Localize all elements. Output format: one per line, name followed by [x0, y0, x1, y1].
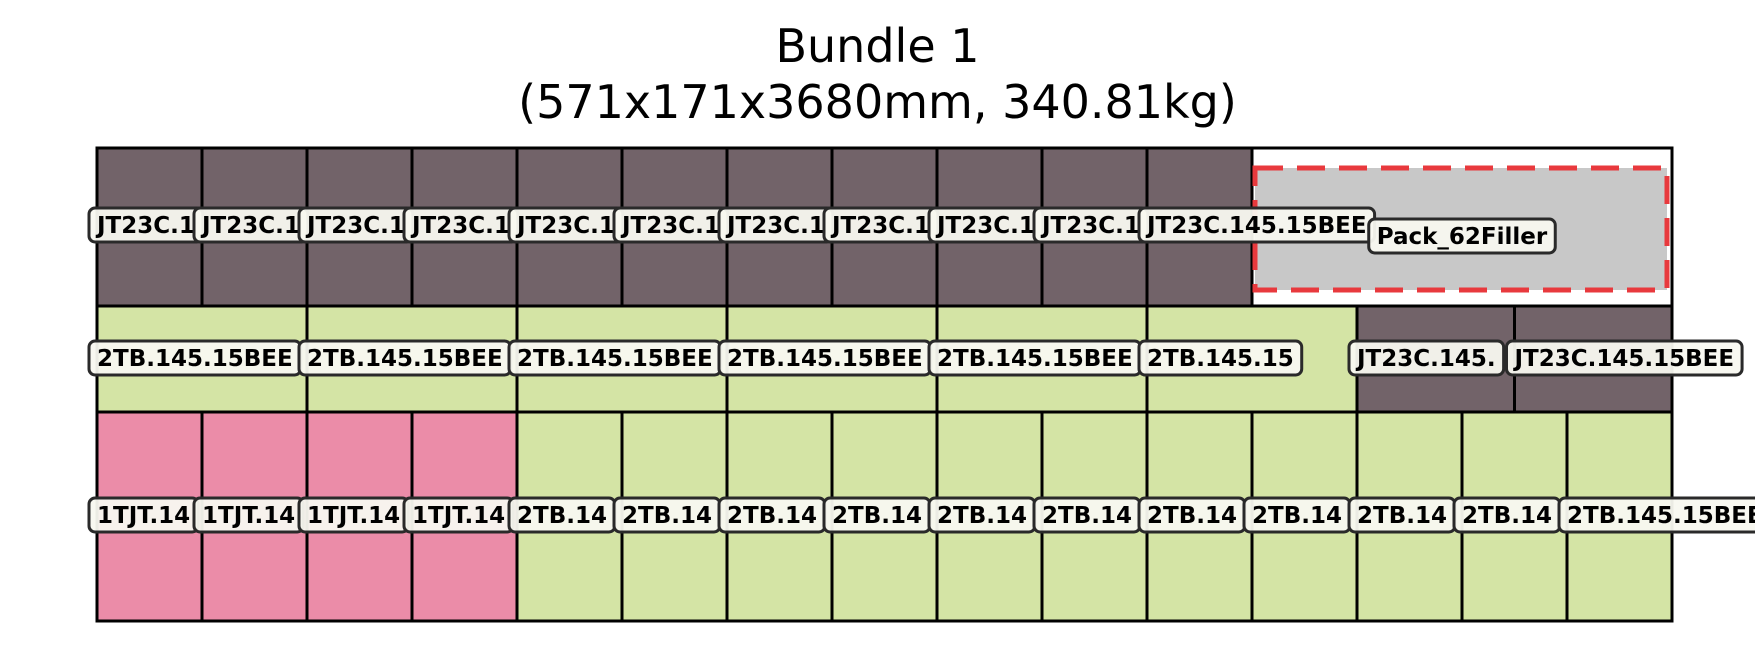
- pack-label-text: 2TB.14: [1252, 503, 1342, 529]
- pack-label-text: JT23C.1: [935, 213, 1035, 239]
- pack-label-text: JT23C.1: [200, 213, 300, 239]
- pack-label-text: 2TB.14: [622, 503, 712, 529]
- pack-label: 1TJT.14: [87, 496, 200, 534]
- pack-label: JT23C.1: [1032, 206, 1150, 244]
- pack-label: JT23C.1: [822, 206, 940, 244]
- pack-label-text: 1TJT.14: [412, 503, 505, 529]
- pack-label: 2TB.14: [927, 496, 1037, 534]
- pack-label: 2TB.145.15BEE: [297, 339, 513, 377]
- pack-label: JT23C.1: [612, 206, 730, 244]
- pack-label: 2TB.14: [1347, 496, 1457, 534]
- pack-label: JT23C.145.15BEE: [1505, 339, 1744, 377]
- pack-label-text: 1TJT.14: [97, 503, 190, 529]
- pack-label-text: JT23C.1: [830, 213, 930, 239]
- pack-label-text: 2TB.145.15: [1147, 346, 1294, 372]
- pack-label-text: 2TB.145.15BEE: [727, 346, 923, 372]
- pack-label: JT23C.145.15BEE: [1137, 206, 1377, 244]
- pack-label: 2TB.14: [1242, 496, 1352, 534]
- pack-label-text: 1TJT.14: [202, 503, 295, 529]
- pack-label-text: 2TB.14: [517, 503, 607, 529]
- pack-label: JT23C.1: [297, 206, 415, 244]
- pack-label-text: JT23C.145.15BEE: [1145, 213, 1367, 239]
- pack-label: 1TJT.14: [402, 496, 515, 534]
- pack-label-text: 2TB.14: [1042, 503, 1132, 529]
- pack-label-text: JT23C.1: [1040, 213, 1140, 239]
- pack-label: 2TB.14: [612, 496, 722, 534]
- pack-label-text: JT23C.145.15BEE: [1513, 346, 1735, 372]
- pack-label: 2TB.14: [507, 496, 617, 534]
- pack-label-text: JT23C.1: [515, 213, 615, 239]
- pack-label: 2TB.145.15BEE: [507, 339, 723, 377]
- pack-label-text: Pack_62Filler: [1377, 224, 1548, 250]
- pack-label-text: JT23C.1: [95, 213, 195, 239]
- pack-label: JT23C.1: [927, 206, 1045, 244]
- pack-label-text: 2TB.14: [727, 503, 817, 529]
- pack-label: 2TB.14: [1452, 496, 1562, 534]
- pack-label-text: 1TJT.14: [307, 503, 400, 529]
- pack-label-text: 2TB.14: [937, 503, 1027, 529]
- pack-label: JT23C.1: [192, 206, 310, 244]
- pack-label-text: 2TB.145.15BEE: [1567, 503, 1755, 529]
- pack-label: JT23C.1: [402, 206, 520, 244]
- pack-label-text: 2TB.14: [1357, 503, 1447, 529]
- pack-label-text: 2TB.145.15BEE: [517, 346, 713, 372]
- pack-label-text: JT23C.1: [305, 213, 405, 239]
- pack-label-text: JT23C.1: [725, 213, 825, 239]
- pack-label: 2TB.145.15BEE: [927, 339, 1143, 377]
- pack-label-text: JT23C.145.: [1355, 346, 1496, 372]
- bundle-diagram: JT23C.1 JT23C.1 JT23C.1 JT23C.1 JT23C.1 JT23C…: [87, 146, 1755, 623]
- pack-label: 2TB.145.15BEE: [717, 339, 933, 377]
- pack-label-text: JT23C.1: [410, 213, 510, 239]
- pack-label: JT23C.145.: [1347, 339, 1506, 377]
- pack-label-text: JT23C.1: [620, 213, 720, 239]
- pack-label: JT23C.1: [717, 206, 835, 244]
- pack-label: JT23C.1: [87, 206, 205, 244]
- pack-label-text: 2TB.14: [832, 503, 922, 529]
- pack-label: 2TB.14: [1137, 496, 1247, 534]
- pack-label-text: 2TB.145.15BEE: [937, 346, 1133, 372]
- pack-label-text: 2TB.145.15BEE: [97, 346, 293, 372]
- pack-label: 2TB.145.15BEE: [87, 339, 303, 377]
- pack-label-text: 2TB.145.15BEE: [307, 346, 503, 372]
- pack-label: 2TB.14: [822, 496, 932, 534]
- pack-label-text: 2TB.14: [1147, 503, 1237, 529]
- pack-label: 1TJT.14: [297, 496, 410, 534]
- pack-label: 2TB.145.15BEE: [1557, 496, 1755, 534]
- pack-label-text: 2TB.14: [1462, 503, 1552, 529]
- pack-label: 2TB.14: [1032, 496, 1142, 534]
- pack-label: JT23C.1: [507, 206, 625, 244]
- pack-label: 2TB.145.15: [1137, 339, 1304, 377]
- pack-label: 1TJT.14: [192, 496, 305, 534]
- pack-label: 2TB.14: [717, 496, 827, 534]
- pack-label: Pack_62Filler: [1367, 217, 1557, 255]
